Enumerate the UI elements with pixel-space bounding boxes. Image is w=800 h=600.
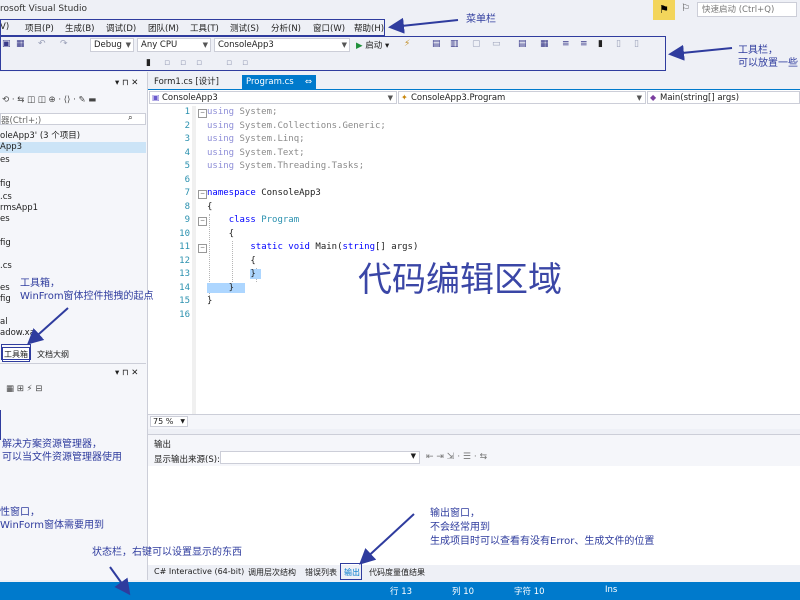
code-line: 3 using System.Linq; [184, 134, 305, 144]
document-tabs: Form1.cs [设计] Program.cs ⇔ [148, 72, 800, 91]
divider [0, 363, 146, 364]
type-nav-select[interactable]: ✦ ConsoleApp3.Program ▼ [398, 91, 646, 104]
window-title: rosoft Visual Studio [0, 4, 87, 14]
title-bar: rosoft Visual Studio ⚑ ⚐ 快速启动 (Ctrl+Q) [0, 0, 800, 20]
flag-icon: ⚑ [659, 3, 669, 16]
toolbox-tab-highlight-box [1, 344, 31, 360]
explorer-search-placeholder: 器(Ctrl+;) [1, 116, 42, 126]
annotation-menubar: 菜单栏 [466, 14, 496, 25]
code-line: 1 using System; [184, 107, 278, 117]
annotation-toolbar-line1: 工具栏， [738, 45, 778, 56]
zoom-value: 75 % [153, 417, 174, 426]
tree-item[interactable]: es [0, 155, 10, 165]
tree-item[interactable]: al [0, 317, 8, 327]
editor-navigation-bar: ▣ ConsoleApp3 ▼ ✦ ConsoleApp3.Program ▼ … [148, 90, 800, 107]
tree-item[interactable]: adow.xa [0, 328, 35, 338]
code-line: 4 using System.Text; [184, 147, 305, 158]
bottom-tool-tabs: C# Interactive (64-bit) 调用层次结构 错误列表 输出 代… [148, 565, 800, 581]
tab-csharp-interactive[interactable]: C# Interactive (64-bit) [154, 567, 244, 576]
member-nav-select[interactable]: ◆ Main(string[] args) [647, 91, 800, 104]
annotation-properties-line2: WinForm窗体需要用到 [0, 520, 104, 531]
annotation-toolbar-line2: 可以放置一些 [738, 58, 798, 69]
properties-panel-menu-icon[interactable]: ▾ ⊓ ✕ [115, 368, 138, 378]
annotation-output-line3: 生成项目时可以查看有没有Error、生成文件的位置 [430, 536, 655, 547]
chevron-down-icon: ▼ [410, 452, 416, 460]
status-column: 列 10 [452, 587, 475, 597]
tree-item[interactable]: App3 [0, 142, 22, 152]
code-line: 6 [184, 174, 190, 185]
status-insert-mode: Ins [605, 585, 618, 595]
solution-explorer-panel: ▾ ⊓ ✕ ⟲ · ⇆ ◫ ◫ ⊕ · ⟨⟩ · ✎ ▬ 器(Ctrl+;) ⌕… [0, 72, 148, 580]
toolbar-highlight-box [0, 36, 666, 71]
tab-form1-design[interactable]: Form1.cs [设计] [150, 75, 240, 90]
explorer-search-input[interactable]: 器(Ctrl+;) ⌕ [0, 113, 146, 126]
output-title: 输出 [154, 440, 172, 450]
class-icon: ✦ [401, 93, 408, 102]
pin-icon[interactable]: ⇔ [305, 75, 312, 89]
editor-zoom-bar: 75 % ▼ [148, 414, 800, 429]
status-char: 字符 10 [514, 587, 545, 597]
tab-program-cs-label: Program.cs [246, 77, 294, 87]
annotation-properties-line1: 性窗口， [0, 507, 40, 518]
project-nav-value: ConsoleApp3 [162, 93, 218, 103]
tab-program-cs[interactable]: Program.cs ⇔ [242, 75, 316, 90]
annotation-toolbox-line2: WinFrom窗体控件拖拽的起点 [20, 291, 154, 302]
status-line: 行 13 [390, 587, 413, 597]
output-source-select[interactable]: ▼ [220, 451, 420, 464]
member-nav-value: Main(string[] args) [660, 93, 740, 103]
annotation-output-line1: 输出窗口， [430, 508, 480, 519]
status-bar: 行 13 列 10 字符 10 Ins [0, 582, 800, 600]
type-nav-value: ConsoleApp3.Program [411, 93, 506, 103]
tab-call-hierarchy[interactable]: 调用层次结构 [248, 567, 296, 578]
tab-error-list[interactable]: 错误列表 [305, 567, 337, 578]
tree-item[interactable]: fig [0, 238, 11, 248]
annotation-code-area: 代码编辑区域 [358, 260, 562, 300]
output-tab-highlight-box [340, 563, 362, 580]
chevron-down-icon: ▼ [387, 94, 393, 102]
solution-node[interactable]: oleApp3' (3 个项目) [0, 129, 80, 141]
tab-code-metrics[interactable]: 代码度量值结果 [369, 567, 425, 578]
tree-item[interactable]: es [0, 214, 10, 224]
tab-document-outline[interactable]: 文档大纲 [37, 349, 69, 360]
panel-menu-icon[interactable]: ▾ ⊓ ✕ [115, 78, 138, 88]
code-line: 7 namespace ConsoleApp3 [184, 188, 321, 198]
tree-item[interactable]: .cs [0, 192, 12, 202]
zoom-select[interactable]: 75 % ▼ [150, 416, 188, 427]
tree-item[interactable]: fig [0, 179, 11, 189]
annotation-explorer-line2: 可以当文件资源管理器使用 [2, 452, 122, 463]
tree-item[interactable]: fig [0, 294, 11, 304]
annotation-toolbox-line1: 工具箱， [20, 278, 60, 289]
output-toolbar-icons[interactable]: ⇤ ⇥ ⇲ · ☰ · ⇆ [426, 452, 487, 462]
output-source-label: 显示输出来源(S): [154, 455, 220, 465]
quick-launch-input[interactable]: 快速启动 (Ctrl+Q) [697, 2, 797, 17]
tree-item[interactable]: rmsApp1 [0, 203, 38, 213]
properties-toolbar-icons[interactable]: ▦ ⊞ ⚡ ⊟ [6, 384, 42, 394]
annotation-output-line2: 不会经常用到 [430, 522, 490, 533]
project-nav-select[interactable]: ▣ ConsoleApp3 ▼ [149, 91, 397, 104]
tree-item[interactable]: .cs [0, 261, 12, 271]
code-line: 8{ [184, 201, 213, 212]
chevron-down-icon: ▼ [180, 418, 185, 425]
notification-flag-button[interactable]: ⚑ [653, 0, 675, 20]
code-line: 16 [179, 309, 190, 320]
code-line: 9 class Program [184, 215, 300, 225]
method-icon: ◆ [650, 93, 657, 102]
annotation-explorer-line1: 解决方案资源管理器， [2, 439, 102, 450]
code-line: 2 using System.Collections.Generic; [184, 120, 386, 131]
annotation-statusbar: 状态栏，右键可以设置显示的东西 [92, 547, 242, 558]
chevron-down-icon: ▼ [636, 94, 642, 102]
search-icon: ⌕ [128, 113, 133, 123]
csharp-project-icon: ▣ [152, 93, 160, 102]
tree-item[interactable]: es [0, 283, 10, 293]
explorer-toolbar-icons[interactable]: ⟲ · ⇆ ◫ ◫ ⊕ · ⟨⟩ · ✎ ▬ [2, 95, 96, 105]
feedback-icon[interactable]: ⚐ [681, 3, 690, 14]
menubar-highlight-box [0, 19, 385, 36]
code-line: 10 { [179, 228, 235, 239]
code-line: 5 using System.Threading.Tasks; [184, 161, 365, 171]
